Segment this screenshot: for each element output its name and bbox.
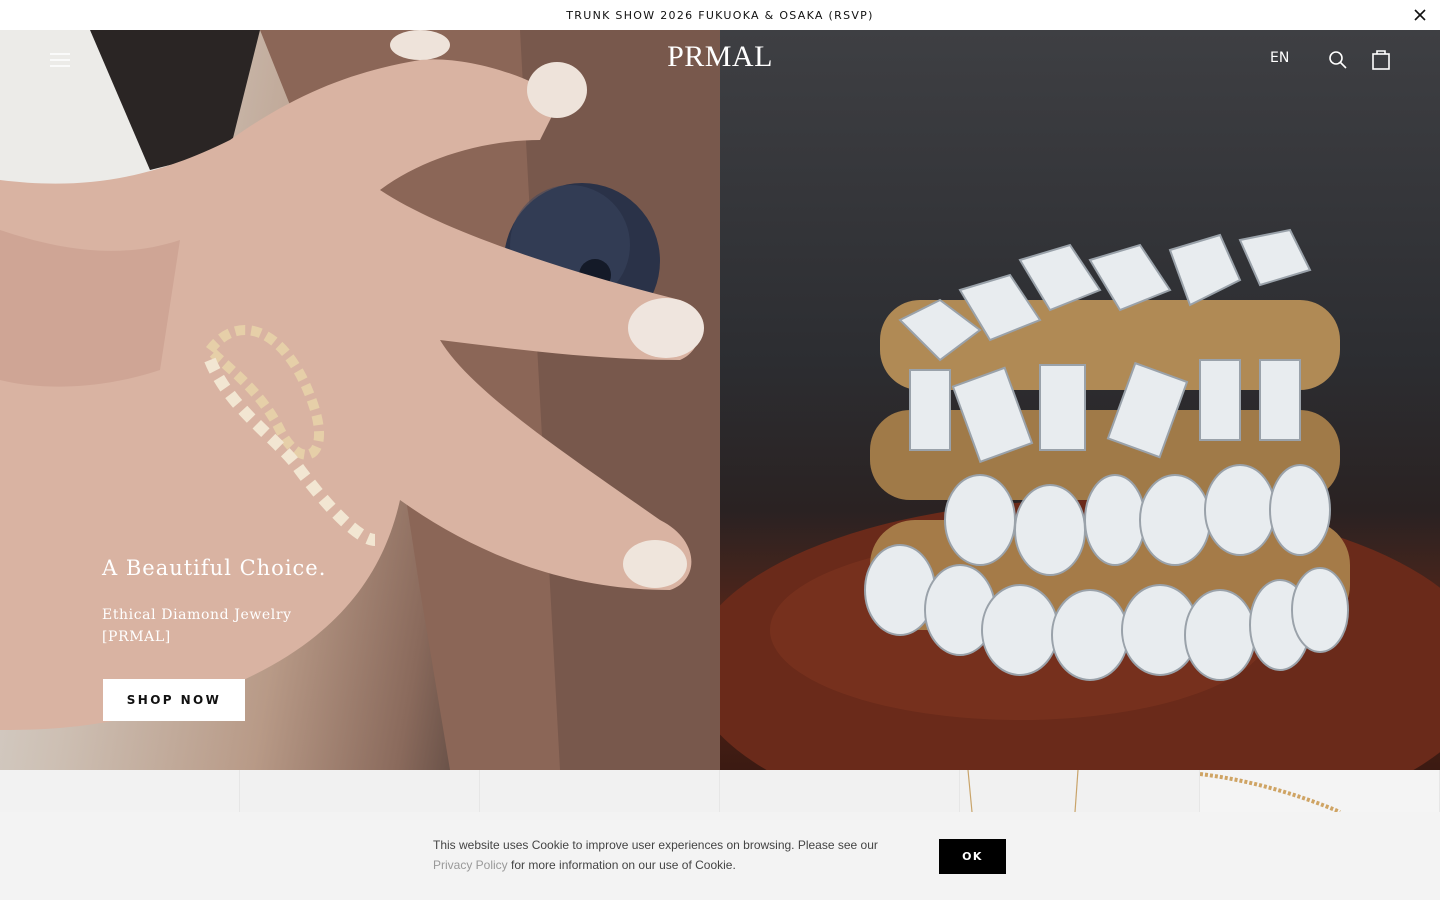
privacy-policy-link[interactable]: Privacy Policy — [433, 858, 508, 872]
announcement-text[interactable]: TRUNK SHOW 2026 FUKUOKA & OSAKA (RSVP) — [566, 9, 873, 22]
hero-banner — [0, 30, 1440, 770]
hamburger-menu-icon[interactable] — [48, 51, 72, 69]
shop-now-button[interactable]: SHOP NOW — [103, 679, 245, 721]
hero-subtitle: Ethical Diamond Jewelry [PRMAL] — [102, 604, 362, 648]
close-icon[interactable] — [1410, 6, 1430, 24]
announcement-bar: TRUNK SHOW 2026 FUKUOKA & OSAKA (RSVP) — [0, 0, 1440, 30]
hero-image-hand-rings — [0, 30, 720, 770]
hero-subtitle-line1: Ethical Diamond Jewelry — [102, 607, 292, 623]
search-icon[interactable] — [1328, 50, 1348, 70]
cookie-text-before: This website uses Cookie to improve user… — [433, 838, 878, 852]
hero-image-stacked-rings — [720, 30, 1440, 770]
language-selector[interactable]: EN — [1270, 50, 1289, 66]
brand-logo[interactable]: PRMAL — [620, 40, 820, 74]
hero-title: A Beautiful Choice. — [102, 556, 327, 580]
cookie-ok-button[interactable]: OK — [939, 839, 1006, 874]
hero-subtitle-line2: [PRMAL] — [102, 629, 171, 645]
shopping-bag-icon[interactable] — [1371, 48, 1391, 70]
cookie-message: This website uses Cookie to improve user… — [433, 835, 903, 875]
cookie-text-after: for more information on our use of Cooki… — [507, 858, 736, 872]
